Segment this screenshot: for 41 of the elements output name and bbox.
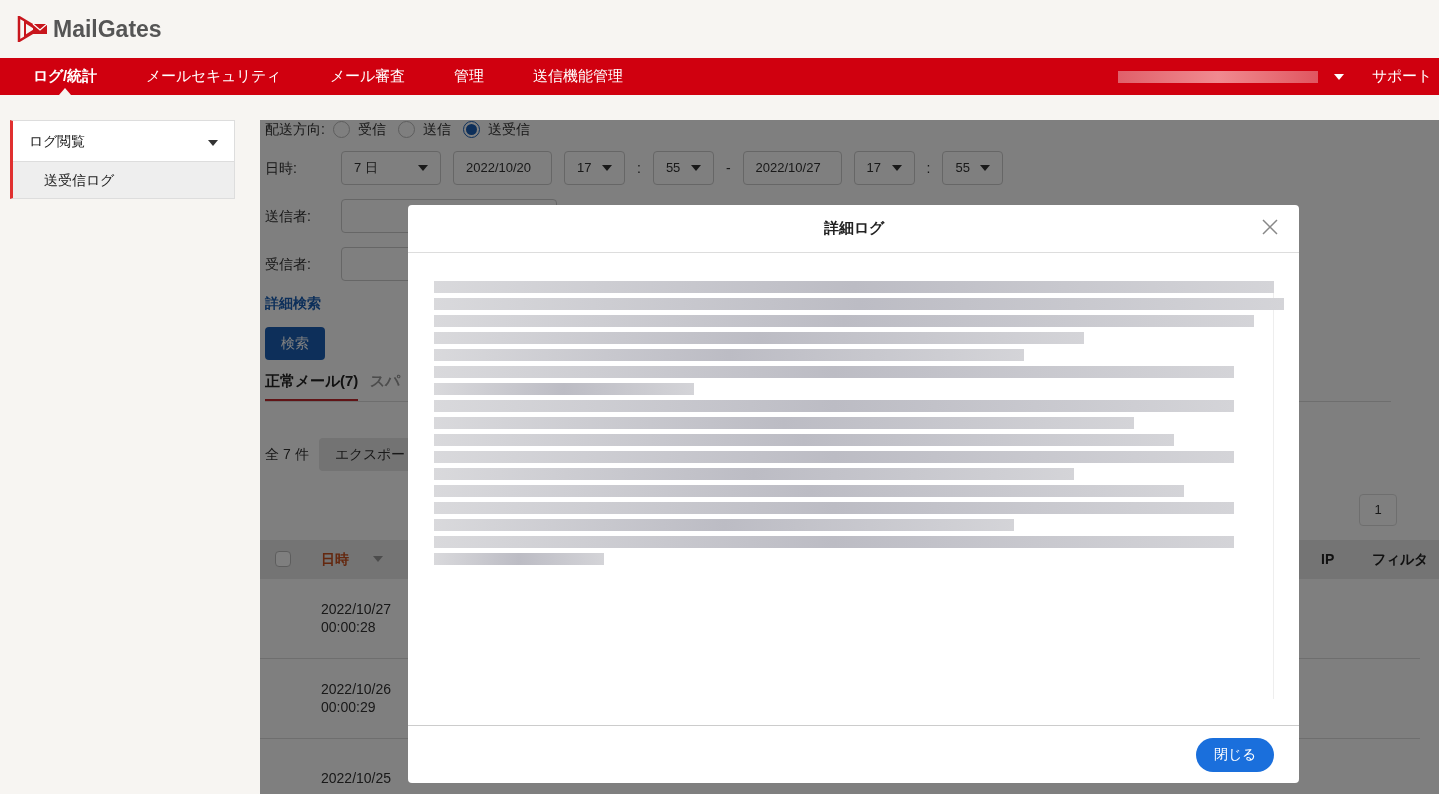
sidebar-item[interactable]: 送受信ログ — [13, 161, 234, 198]
field-label: 受信者: — [265, 254, 312, 274]
radio-label: 送信 — [422, 119, 451, 139]
dropdown[interactable]: 55 — [652, 151, 714, 185]
column-header[interactable]: 日時 — [321, 548, 349, 570]
column-header[interactable]: IP — [1321, 548, 1335, 570]
colon-text: : — [637, 158, 641, 178]
nav-tab[interactable]: メールセキュリティ — [146, 58, 282, 95]
dropdown[interactable]: 17 — [564, 151, 625, 185]
table-cell-text: 00:00:28 — [321, 618, 377, 636]
modal-title: 詳細ログ — [823, 218, 884, 239]
table-cell: 2022/10/25 — [321, 769, 392, 787]
close-button[interactable]: 閉じる — [1196, 737, 1274, 772]
search-button[interactable]: 検索 — [265, 327, 325, 360]
dash-text: - — [725, 158, 731, 178]
advanced-search-link[interactable]: 詳細検索 — [265, 293, 321, 314]
total-count: 全 7 件 — [265, 444, 309, 464]
nav-tab[interactable]: 管理 — [454, 58, 485, 95]
table-cell: 2022/10/26 — [321, 680, 392, 698]
date-field[interactable]: 2022/10/20 — [453, 151, 552, 185]
radio-label: 受信 — [357, 119, 386, 139]
nav-tab[interactable]: ログ/統計 — [33, 58, 98, 95]
dropdown[interactable]: 17 — [853, 151, 915, 185]
field-label: 配送方向: — [265, 119, 325, 139]
table-cell-text: 00:00:29 — [321, 698, 377, 716]
support-link[interactable]: サポート — [1372, 65, 1432, 88]
nav-tab[interactable]: 送信機能管理 — [533, 58, 624, 95]
result-tab[interactable]: 正常メール(7) — [265, 370, 359, 401]
colon-text: : — [926, 158, 931, 178]
field-label: 日時: — [265, 158, 298, 178]
radio-label: 送受信 — [487, 119, 530, 139]
dropdown[interactable]: 7 日 — [341, 151, 441, 185]
field-label: 送信者: — [265, 206, 312, 226]
date-field[interactable]: 2022/10/27 — [742, 151, 842, 185]
table-cell: 2022/10/27 — [321, 600, 392, 618]
logo-text: MailGates — [53, 14, 162, 44]
column-header[interactable]: フィルタ — [1372, 548, 1429, 570]
sidebar-group[interactable]: ログ閲覧 — [13, 121, 234, 161]
dropdown[interactable]: 55 — [942, 151, 1004, 185]
page-button[interactable]: 1 — [1359, 493, 1397, 526]
nav-tab[interactable]: メール審査 — [330, 58, 406, 95]
